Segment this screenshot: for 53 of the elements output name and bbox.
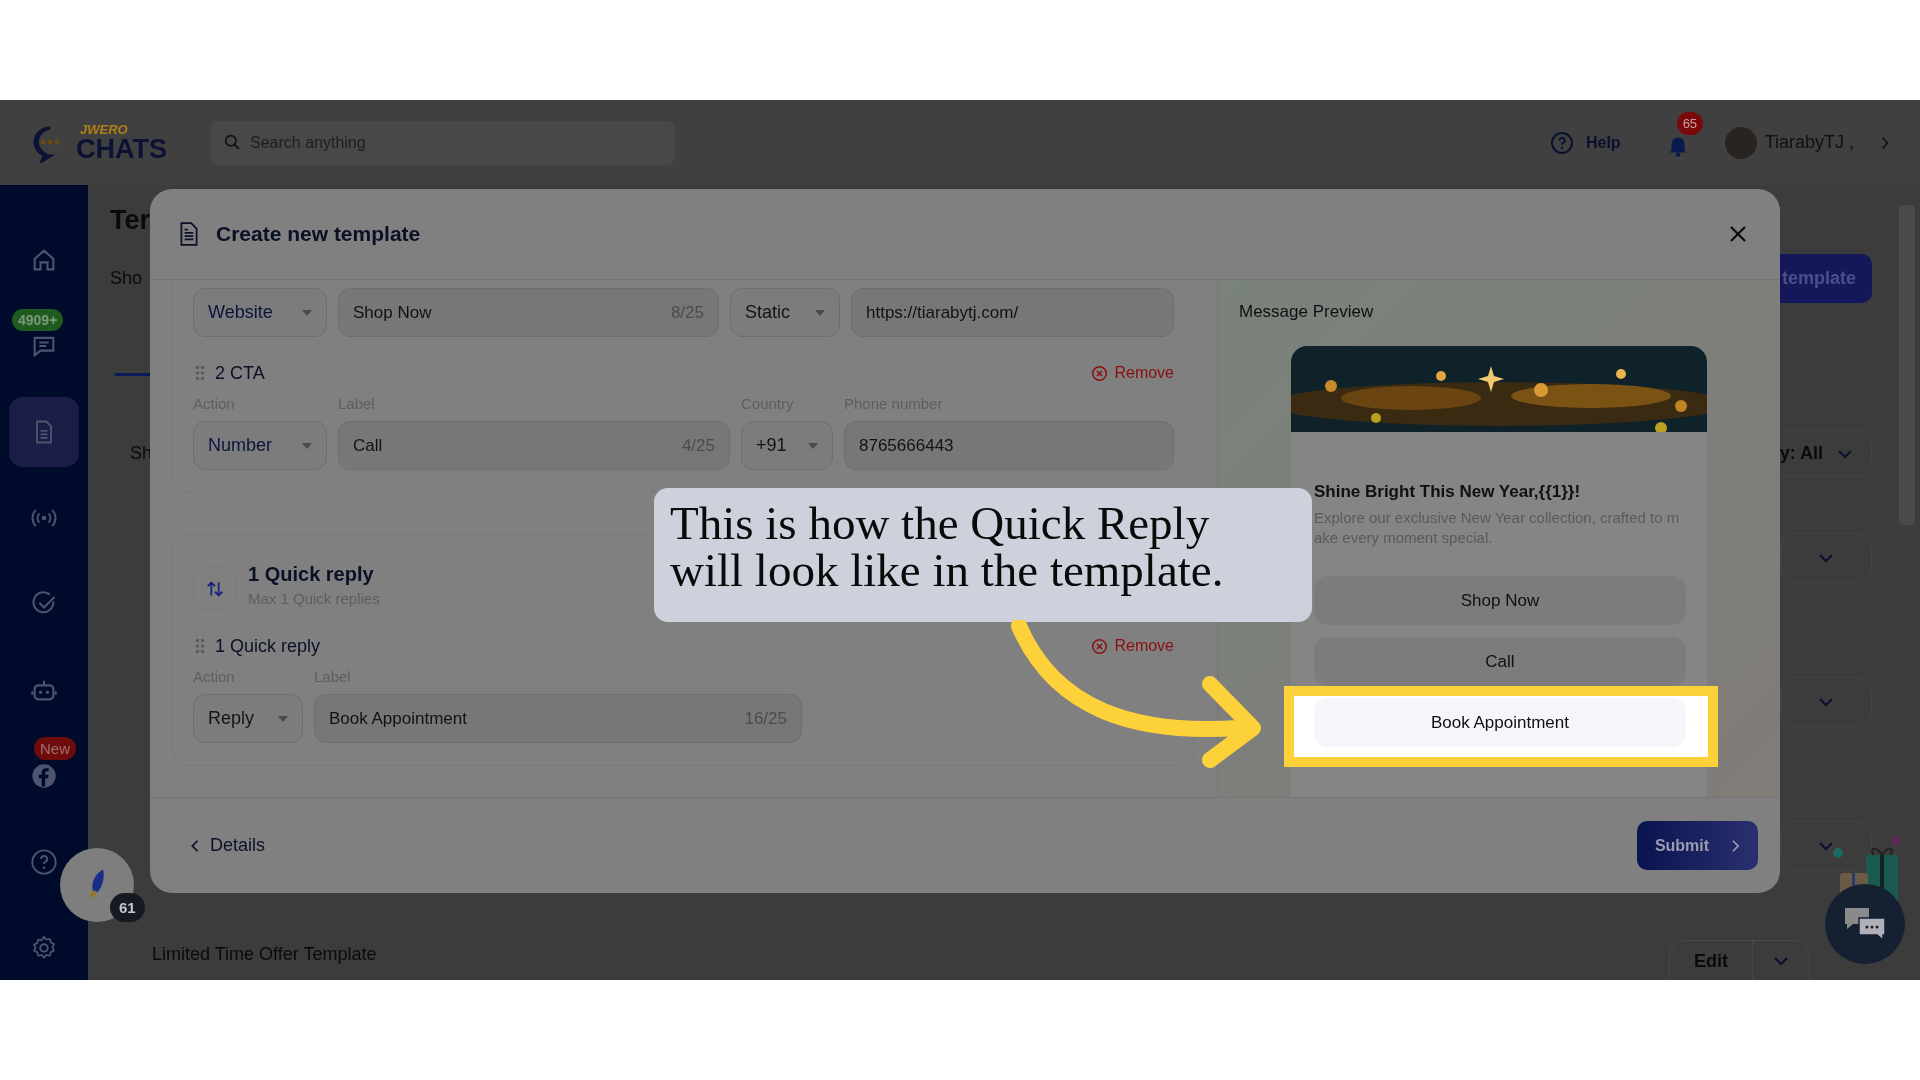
cta-heading: 2 CTA <box>215 362 265 384</box>
chevron-right-icon <box>1731 838 1741 853</box>
caret-icon <box>808 442 818 449</box>
url-field[interactable]: https://tiarabytj.com/ <box>851 288 1174 337</box>
active-nav-item[interactable] <box>9 397 79 467</box>
phone-field[interactable]: 8765666443 <box>844 421 1174 470</box>
message-button[interactable]: Call <box>1314 637 1686 686</box>
message-button[interactable]: Book Appointment <box>1314 698 1686 747</box>
caret-icon <box>302 442 312 449</box>
url-type-dropdown[interactable]: Static <box>730 288 840 337</box>
quick-reply-heading: 1 Quick reply <box>215 635 321 657</box>
caret-icon <box>815 309 825 316</box>
chevron-left-icon <box>190 838 200 853</box>
remove-button[interactable]: Remove <box>1091 637 1174 655</box>
action-dropdown[interactable]: Number <box>193 421 327 470</box>
nav-badge: 4909+ <box>12 309 64 331</box>
country-dropdown[interactable]: +91 <box>741 421 833 470</box>
action-dropdown[interactable]: Reply <box>193 694 303 743</box>
action-dropdown[interactable]: Website <box>193 288 327 337</box>
chevron-down-icon <box>1773 955 1789 966</box>
back-button[interactable]: Details <box>190 835 266 856</box>
avatar[interactable] <box>1724 126 1757 159</box>
modal-title: Create new template <box>216 222 421 246</box>
nav-badge: New <box>34 737 76 760</box>
drag-handle-icon[interactable] <box>195 365 205 381</box>
message-button[interactable]: Shop Now <box>1314 576 1686 625</box>
search-icon <box>224 133 241 151</box>
message-title: Shine Bright This New Year,{{1}}! <box>1314 482 1582 502</box>
submit-button[interactable]: Submit <box>1637 821 1758 870</box>
close-circle-icon <box>1091 637 1109 655</box>
caret-icon <box>302 309 312 316</box>
drag-handle-icon[interactable] <box>195 638 205 654</box>
logo-subtitle: JWERO <box>80 122 129 136</box>
help-icon[interactable] <box>1549 130 1574 155</box>
notification-count: 65 <box>1676 111 1704 135</box>
nav-item[interactable] <box>30 762 58 790</box>
chevron-down-icon <box>1818 553 1834 563</box>
chevron-down-icon <box>1818 841 1834 851</box>
preview-heading: Message Preview <box>1239 302 1374 322</box>
remove-button[interactable]: Remove <box>1091 364 1174 382</box>
facebook-icon <box>30 762 58 790</box>
help-icon <box>30 848 58 876</box>
caret-icon <box>278 715 288 722</box>
sort-arrows-icon <box>193 567 236 610</box>
chevron-right-icon[interactable] <box>1880 134 1890 151</box>
chevron-down-icon <box>1837 448 1853 459</box>
chat-icon <box>1843 906 1887 942</box>
callout-text: This is how the Quick Reply will look like in the template. <box>654 488 1312 622</box>
close-circle-icon <box>1091 364 1109 382</box>
nav-item[interactable] <box>30 848 58 876</box>
close-icon[interactable] <box>1728 224 1748 244</box>
section-title: 1 Quick reply <box>248 563 375 586</box>
chevron-down-icon <box>1818 697 1834 707</box>
